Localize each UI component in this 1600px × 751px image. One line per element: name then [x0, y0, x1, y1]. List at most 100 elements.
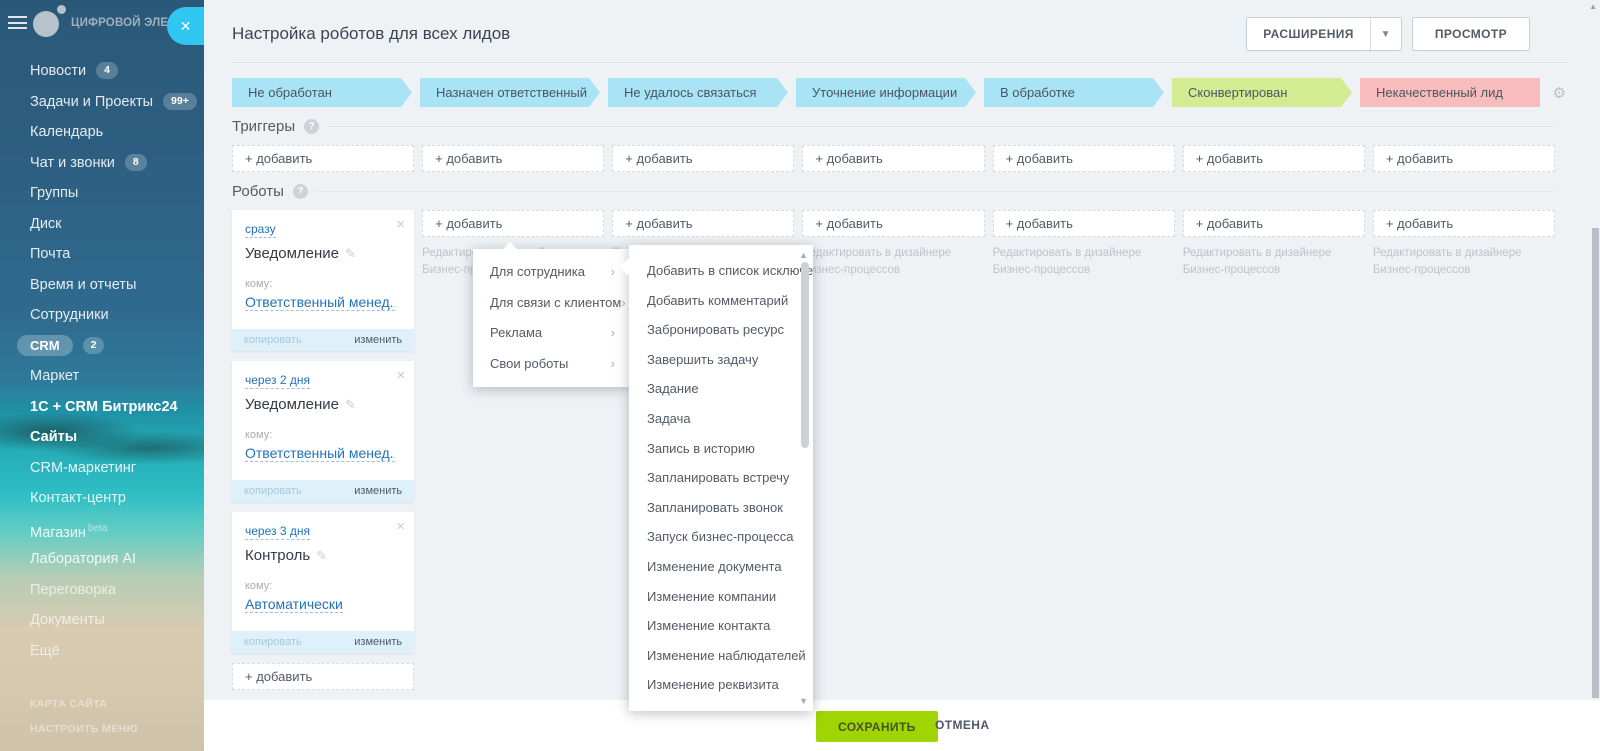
sidebar-item[interactable]: Новости 4 [0, 56, 204, 87]
add-robot-button[interactable]: + добавить [1182, 210, 1365, 237]
add-trigger-button[interactable]: + добавить [992, 145, 1175, 172]
edit-pencil-icon[interactable] [316, 548, 327, 563]
robot-when-link[interactable]: сразу [245, 222, 276, 238]
sidebar-item[interactable]: Лаборатория AI [0, 544, 204, 575]
submenu-item[interactable]: Запланировать звонок [629, 493, 813, 523]
robot-recipient-link[interactable]: Ответственный менед... [245, 445, 395, 462]
copy-link[interactable]: копировать [244, 334, 302, 346]
submenu-item[interactable]: Изменение документа [629, 552, 813, 582]
sidebar-item[interactable]: CRM-маркетинг [0, 453, 204, 484]
add-trigger-button[interactable]: + добавить [1372, 145, 1555, 172]
stage-chip[interactable]: Не удалось связаться [608, 78, 788, 107]
cancel-button[interactable]: ОТМЕНА [935, 718, 989, 732]
submenu-item[interactable]: Изменение компании [629, 582, 813, 612]
sidebar-item[interactable]: CRM 2 [0, 331, 204, 362]
add-robot-button[interactable]: + добавить [232, 663, 415, 690]
sidebar-item[interactable]: Сотрудники [0, 300, 204, 331]
edit-link[interactable]: изменить [354, 636, 402, 648]
add-trigger-button[interactable]: + добавить [612, 145, 795, 172]
edit-pencil-icon[interactable] [345, 397, 356, 412]
submenu-item[interactable]: Задача [629, 404, 813, 434]
sidebar-item[interactable]: Время и отчеты [0, 270, 204, 301]
scroll-up-icon[interactable] [799, 250, 808, 260]
stage-chip[interactable]: Некачественный лид [1360, 78, 1540, 107]
add-trigger-button[interactable]: + добавить [802, 145, 985, 172]
sidebar-item[interactable]: Чат и звонки 8 [0, 148, 204, 179]
scroll-down-icon[interactable] [799, 696, 808, 706]
close-icon[interactable] [396, 216, 405, 233]
add-robot-button[interactable]: + добавить [422, 210, 605, 237]
sidebar-footer-link[interactable]: НАСТРОИТЬ МЕНЮ [0, 723, 138, 735]
sidebar-badge: 8 [124, 153, 147, 171]
view-button[interactable]: ПРОСМОТР [1411, 17, 1530, 51]
sidebar-item[interactable]: 1С + CRM Битрикс24 [0, 392, 204, 423]
menu-item[interactable]: Реклама [473, 318, 629, 349]
submenu-item[interactable]: Изменение наблюдателей [629, 641, 813, 671]
add-trigger-button[interactable]: + добавить [1182, 145, 1365, 172]
sidebar-item-label: Календарь [30, 124, 104, 140]
add-robot-button[interactable]: + добавить [1372, 210, 1555, 237]
sidebar-item[interactable]: Ещё [0, 636, 204, 667]
copy-link[interactable]: копировать [244, 485, 302, 497]
help-icon[interactable]: ? [304, 119, 320, 134]
hamburger-icon[interactable] [8, 16, 27, 29]
submenu-item[interactable]: Изменение контакта [629, 611, 813, 641]
chevron-right-icon [611, 349, 615, 380]
sidebar-item[interactable]: Маркет [0, 361, 204, 392]
menu-item[interactable]: Для сотрудника [473, 257, 629, 288]
sidebar-item[interactable]: Переговорка [0, 575, 204, 606]
submenu-scrollbar-thumb[interactable] [801, 262, 809, 448]
stage-chip[interactable]: Назначен ответственный [420, 78, 600, 107]
gear-icon[interactable]: ⚙ [1553, 84, 1566, 102]
add-trigger-button[interactable]: + добавить [232, 145, 415, 172]
submenu-item[interactable]: Завершить задачу [629, 345, 813, 375]
robot-recipient-link[interactable]: Автоматически [245, 596, 343, 613]
close-icon[interactable] [396, 518, 405, 535]
menu-item[interactable]: Для связи с клиентом [473, 288, 629, 319]
copy-link[interactable]: копировать [244, 636, 302, 648]
submenu-item[interactable]: Запись в историю [629, 434, 813, 464]
sidebar-item[interactable]: Контакт-центр [0, 483, 204, 514]
robot-when-link[interactable]: через 2 дня [245, 373, 310, 389]
submenu-item[interactable]: Забронировать ресурс [629, 315, 813, 345]
add-trigger-button[interactable]: + добавить [422, 145, 605, 172]
edit-link[interactable]: изменить [354, 334, 402, 346]
chevron-down-icon[interactable]: ▼ [1371, 29, 1401, 40]
close-icon[interactable] [396, 367, 405, 384]
save-button[interactable]: СОХРАНИТЬ [816, 711, 938, 742]
submenu-item[interactable]: Добавить в список исключений [629, 256, 813, 286]
submenu-item[interactable]: Запланировать встречу [629, 463, 813, 493]
sidebar-item[interactable]: Задачи и Проекты 99+ [0, 87, 204, 118]
page-scroll-up-icon[interactable] [1589, 2, 1597, 11]
submenu-item[interactable]: Добавить комментарий [629, 286, 813, 316]
robot-name-text: Уведомление [245, 245, 340, 262]
extensions-button[interactable]: РАСШИРЕНИЯ ▼ [1246, 17, 1402, 51]
edit-pencil-icon[interactable] [345, 246, 356, 261]
robot-when-link[interactable]: через 3 дня [245, 524, 310, 540]
sidebar-item[interactable]: Сайты [0, 422, 204, 453]
submenu-item[interactable]: Изменение реквизита [629, 670, 813, 700]
submenu-item[interactable]: Задание [629, 374, 813, 404]
trigger-column: + добавить [232, 145, 415, 172]
page-scrollbar-thumb[interactable] [1592, 228, 1599, 698]
sidebar-item[interactable]: Диск [0, 209, 204, 240]
menu-item[interactable]: Свои роботы [473, 349, 629, 380]
robot-recipient-link[interactable]: Ответственный менед... [245, 294, 395, 311]
submenu-item[interactable]: Запуск бизнес-процесса [629, 522, 813, 552]
sidebar-collapse-button[interactable] [167, 7, 204, 45]
add-robot-button[interactable]: + добавить [612, 210, 795, 237]
stage-chip[interactable]: В обработке [984, 78, 1164, 107]
sidebar-item[interactable]: Магазин beta [0, 514, 204, 545]
sidebar-item[interactable]: Документы [0, 605, 204, 636]
stage-chip[interactable]: Уточнение информации [796, 78, 976, 107]
add-robot-button[interactable]: + добавить [802, 210, 985, 237]
sidebar-item[interactable]: Календарь [0, 117, 204, 148]
stage-chip[interactable]: Сконвертирован [1172, 78, 1352, 107]
edit-link[interactable]: изменить [354, 485, 402, 497]
help-icon[interactable]: ? [292, 184, 308, 199]
sidebar-item[interactable]: Почта [0, 239, 204, 270]
stage-chip[interactable]: Не обработан [232, 78, 412, 107]
add-robot-button[interactable]: + добавить [992, 210, 1175, 237]
sidebar-footer-link[interactable]: КАРТА САЙТА [0, 698, 138, 710]
sidebar-item[interactable]: Группы [0, 178, 204, 209]
